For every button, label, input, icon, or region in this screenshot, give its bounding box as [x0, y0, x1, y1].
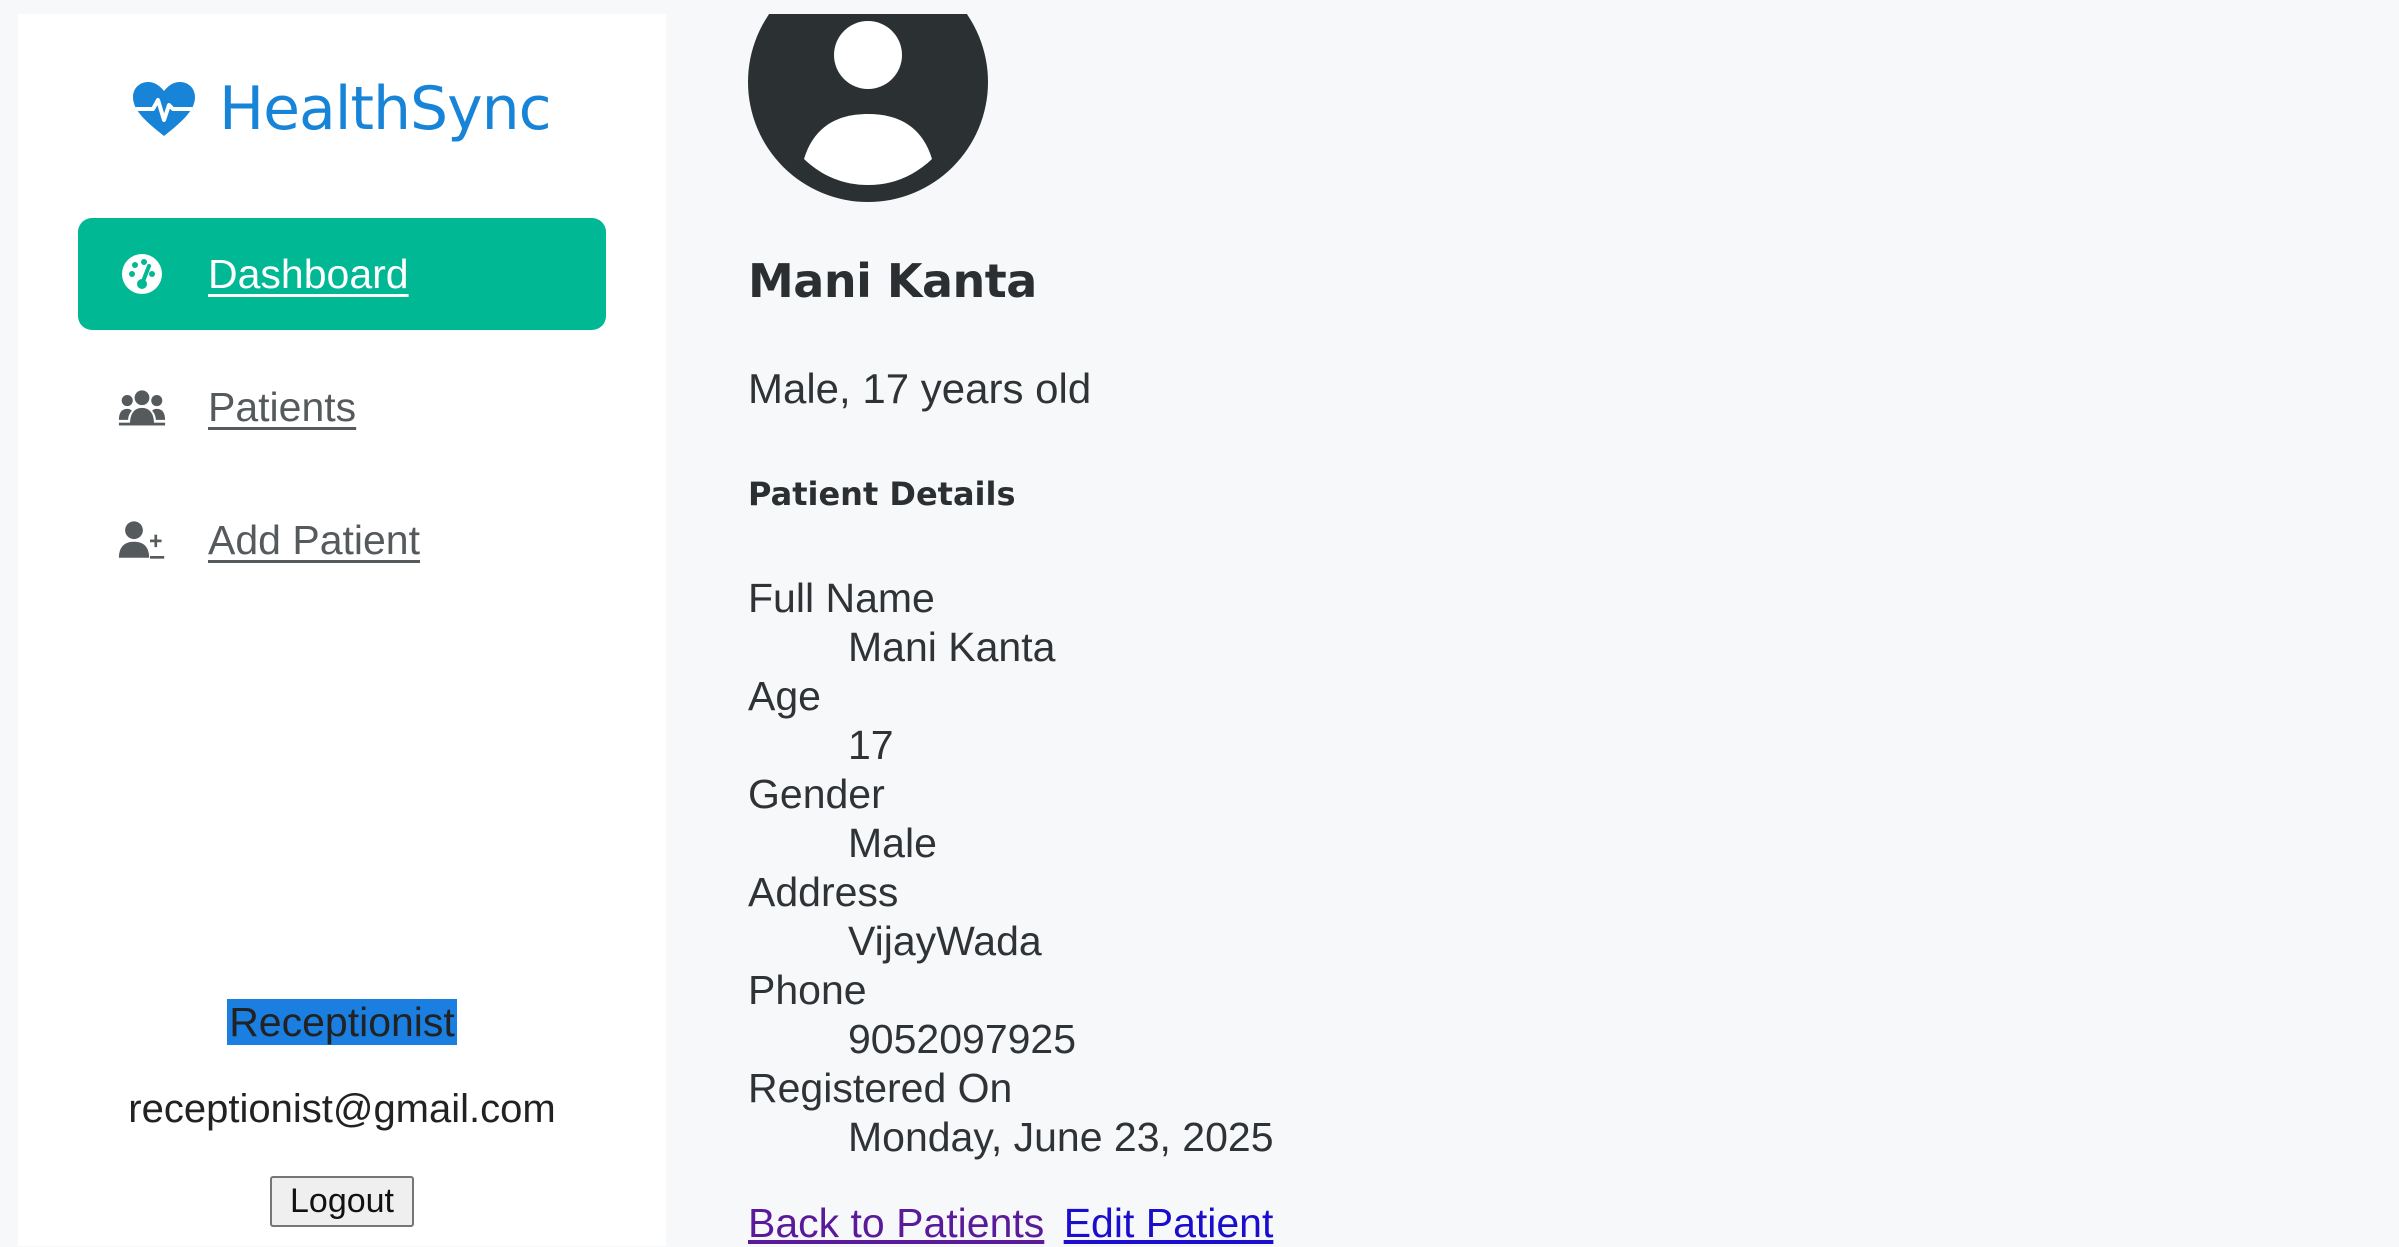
action-links: Back to Patients Edit Patient	[748, 1200, 1273, 1247]
detail-value: Male	[848, 820, 937, 866]
sidebar-item-add-patient[interactable]: Add Patient	[78, 484, 606, 596]
patient-name: Mani Kanta	[748, 254, 1037, 308]
brand-name: HealthSync	[219, 74, 552, 144]
back-to-patients-link[interactable]: Back to Patients	[748, 1200, 1044, 1246]
sidebar-item-label: Add Patient	[208, 516, 420, 563]
detail-value: 17	[848, 722, 894, 768]
detail-label: Gender	[748, 771, 885, 817]
sidebar-item-label: Patients	[208, 383, 357, 430]
patient-summary: Male, 17 years old	[748, 365, 1092, 412]
detail-value: 9052097925	[848, 1016, 1077, 1062]
sidebar-item-patients[interactable]: Patients	[78, 351, 606, 463]
detail-value: Monday, June 23, 2025	[848, 1114, 1274, 1160]
edit-patient-link[interactable]: Edit Patient	[1064, 1200, 1274, 1246]
sidebar-item-dashboard[interactable]: Dashboard	[78, 218, 606, 330]
sidebar: HealthSync Dashboard Patients Add Patien…	[18, 14, 666, 1246]
detail-label: Full Name	[748, 575, 935, 621]
detail-value: Mani Kanta	[848, 624, 1056, 670]
brand-logo[interactable]: HealthSync	[131, 74, 552, 144]
detail-label: Address	[748, 869, 899, 915]
gauge-icon	[118, 250, 166, 298]
user-role-label: Receptionist	[227, 999, 457, 1045]
patient-details-list: Full Name Mani Kanta Age 17 Gender Male …	[748, 574, 1274, 1162]
user-email: receptionist@gmail.com	[128, 1087, 556, 1131]
users-icon	[118, 383, 166, 431]
detail-value: VijayWada	[848, 918, 1042, 964]
user-avatar-icon	[748, 14, 988, 202]
detail-label: Registered On	[748, 1065, 1013, 1111]
user-role: Receptionist	[18, 999, 666, 1046]
section-title: Patient Details	[748, 475, 1016, 513]
logout-button[interactable]: Logout	[270, 1176, 414, 1227]
sidebar-item-label: Dashboard	[208, 250, 409, 297]
detail-label: Age	[748, 673, 821, 719]
heart-pulse-icon	[133, 82, 195, 136]
logout-container: Logout	[18, 1176, 666, 1227]
user-plus-icon	[118, 516, 166, 564]
detail-label: Phone	[748, 967, 867, 1013]
